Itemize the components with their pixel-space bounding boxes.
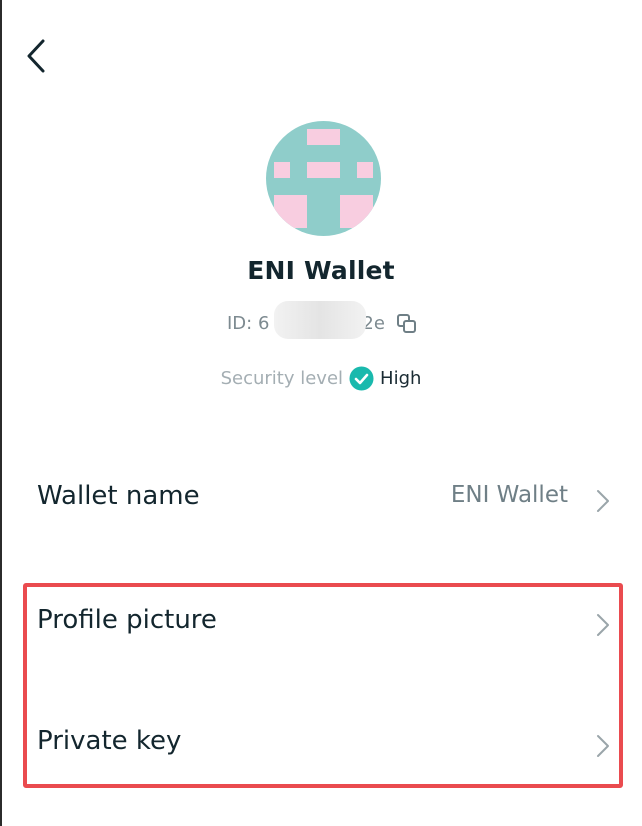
chevron-right-icon <box>597 614 609 636</box>
chevron-right-icon <box>597 735 609 757</box>
screen-edge <box>0 0 2 826</box>
security-level-value: High <box>380 368 422 389</box>
row-label: Profile picture <box>37 605 217 635</box>
check-circle-icon <box>349 366 374 391</box>
avatar <box>266 121 381 236</box>
chevron-right-icon <box>597 490 609 512</box>
copy-icon <box>397 314 416 333</box>
wallet-title: ENI Wallet <box>247 256 395 285</box>
row-value: ENI Wallet <box>450 482 568 508</box>
row-label: Wallet name <box>37 481 200 511</box>
id-redaction-mask <box>274 301 366 339</box>
wallet-name-row[interactable]: Wallet name ENI Wallet <box>0 459 642 539</box>
row-label: Private key <box>37 726 182 756</box>
back-button[interactable] <box>14 32 60 80</box>
security-level: Security level High <box>0 366 642 391</box>
profile-picture-row[interactable]: Profile picture <box>0 583 642 663</box>
chevron-left-icon <box>27 39 45 73</box>
copy-id-button[interactable] <box>396 313 418 335</box>
private-key-row[interactable]: Private key <box>0 704 642 784</box>
wallet-id-prefix: ID: 6 <box>227 312 270 334</box>
security-level-label: Security level <box>220 368 344 389</box>
